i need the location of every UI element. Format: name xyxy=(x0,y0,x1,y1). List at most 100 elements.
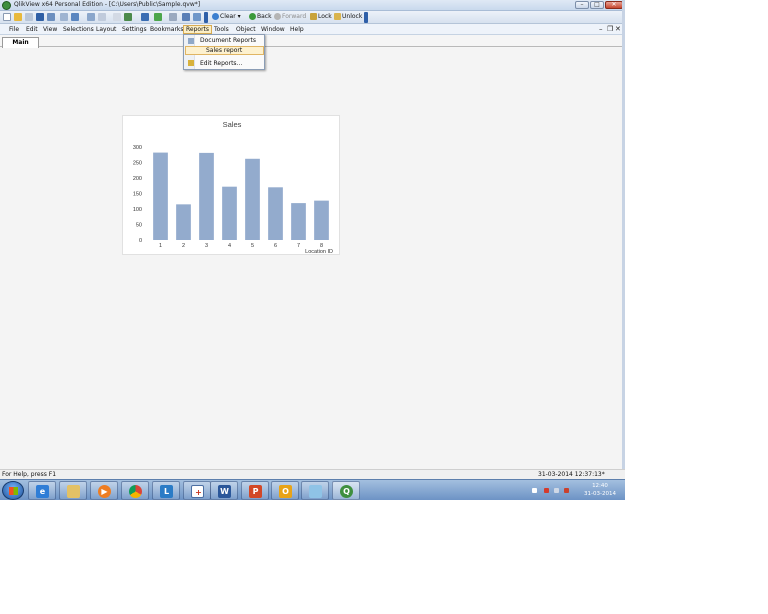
clear-button[interactable]: Clear ▾ xyxy=(212,12,241,22)
powerpoint-icon: P xyxy=(249,485,262,498)
redo-icon[interactable] xyxy=(98,13,106,21)
taskbar-powerpoint[interactable]: P xyxy=(241,481,269,500)
menu-object[interactable]: Object xyxy=(234,25,258,34)
export-icon[interactable] xyxy=(124,13,132,21)
taskbar-notepad[interactable] xyxy=(301,481,329,500)
window-border xyxy=(622,0,625,479)
start-button[interactable] xyxy=(2,481,24,500)
toolbar-grip-end[interactable] xyxy=(364,12,368,23)
qlikview-app-icon[interactable] xyxy=(2,1,11,10)
star-icon[interactable] xyxy=(154,13,162,21)
back-label: Back xyxy=(257,13,272,20)
title-bar: QlikView x64 Personal Edition - [C:\User… xyxy=(0,0,625,11)
mdi-minimize-icon[interactable]: – xyxy=(599,25,603,34)
lync-icon: L xyxy=(160,485,173,498)
save-icon[interactable] xyxy=(36,13,44,21)
chart-wizard-icon[interactable] xyxy=(141,13,149,21)
document-reports-label: Document Reports xyxy=(200,37,257,44)
forward-label: Forward xyxy=(282,13,307,20)
mdi-close-icon[interactable]: ✕ xyxy=(615,25,621,34)
search-icon[interactable] xyxy=(113,13,121,21)
menu-reports[interactable]: Reports xyxy=(183,25,213,34)
desktop-screen: QlikView x64 Personal Edition - [C:\User… xyxy=(0,0,625,500)
undo-reload-icon[interactable] xyxy=(25,13,33,21)
y-tick-label: 150 xyxy=(133,192,142,198)
status-bar: For Help, press F1 31-03-2014 12:37:13* xyxy=(0,469,625,479)
status-help-text: For Help, press F1 xyxy=(2,471,57,478)
outlook-icon: O xyxy=(279,485,292,498)
new-document-icon[interactable] xyxy=(3,13,11,21)
taskbar-qlikview[interactable]: Q xyxy=(332,481,360,500)
media-player-icon: ▶ xyxy=(98,485,111,498)
show-hidden-icons-icon[interactable] xyxy=(532,488,537,493)
menu-selections[interactable]: Selections xyxy=(61,25,96,34)
forward-button[interactable]: Forward xyxy=(274,12,306,22)
y-tick-label: 50 xyxy=(136,223,142,229)
chevron-down-icon: ▾ xyxy=(235,13,241,20)
system-tray: 12:40 31-03-2014 xyxy=(530,481,622,500)
snipping-tool-icon: + xyxy=(191,485,204,498)
x-tick-label: 7 xyxy=(297,243,300,249)
lock-button[interactable]: Lock xyxy=(310,12,332,22)
taskbar-internet-explorer[interactable]: e xyxy=(28,481,56,500)
menu-help[interactable]: Help xyxy=(288,25,306,34)
volume-icon[interactable] xyxy=(564,488,569,493)
menu-window[interactable]: Window xyxy=(259,25,287,34)
toolbar-grip[interactable] xyxy=(204,12,208,23)
chart-svg: Sales0501001502002503001 2 3 4 5 6 7 8Location … xyxy=(133,120,333,255)
menu-settings[interactable]: Settings xyxy=(120,25,149,34)
menu-layout[interactable]: Layout xyxy=(94,25,118,34)
bar-location-5 xyxy=(245,158,260,240)
minimize-button[interactable]: – xyxy=(575,1,589,9)
menu-item-edit-reports[interactable]: Edit Reports... xyxy=(185,59,264,68)
maximize-button[interactable]: □ xyxy=(590,1,604,9)
unlock-label: Unlock xyxy=(342,13,363,20)
taskbar-media-player[interactable]: ▶ xyxy=(90,481,118,500)
taskbar-chrome[interactable] xyxy=(121,481,149,500)
taskbar-lync[interactable]: L xyxy=(152,481,180,500)
open-folder-icon[interactable] xyxy=(14,13,22,21)
properties-icon[interactable] xyxy=(169,13,177,21)
menu-item-sales-report[interactable]: Sales report xyxy=(185,46,264,55)
edit-script-icon[interactable] xyxy=(60,13,68,21)
sales-chart[interactable]: Sales 0 50 100 150 200 250 300 1 2 3 4 5 6 7 8 Location … xyxy=(122,115,340,255)
chart-title: Sales xyxy=(223,120,242,129)
menu-bookmarks[interactable]: Bookmarks xyxy=(148,25,186,34)
bar-location-2 xyxy=(176,204,191,240)
unlock-button[interactable]: Unlock xyxy=(334,12,362,22)
undo-icon[interactable] xyxy=(87,13,95,21)
windows-logo-icon xyxy=(9,487,18,495)
print-icon[interactable] xyxy=(47,13,55,21)
forward-arrow-icon xyxy=(274,13,281,20)
reload-icon[interactable] xyxy=(71,13,79,21)
whats-this-icon[interactable] xyxy=(193,13,201,21)
mdi-restore-icon[interactable]: ❐ xyxy=(607,25,613,34)
menu-bar: File Edit View Selections Layout Setting… xyxy=(0,24,625,35)
x-tick-label: 6 xyxy=(274,243,277,249)
taskbar-snipping-tool[interactable]: + xyxy=(183,481,211,500)
menu-tools[interactable]: Tools xyxy=(212,25,231,34)
taskbar-word[interactable]: W xyxy=(210,481,238,500)
unlock-icon xyxy=(334,13,341,20)
action-center-icon[interactable] xyxy=(554,488,559,493)
network-warning-icon[interactable] xyxy=(544,488,549,493)
close-button[interactable]: ✕ xyxy=(605,1,623,9)
tab-main[interactable]: Main xyxy=(2,37,39,48)
reports-dropdown-menu: Document Reports Sales report Edit Repor… xyxy=(183,34,265,70)
chrome-icon xyxy=(129,485,142,498)
back-button[interactable]: Back xyxy=(249,12,272,22)
x-tick-label: 2 xyxy=(182,243,185,249)
menu-file[interactable]: File xyxy=(7,25,21,34)
help-icon[interactable] xyxy=(182,13,190,21)
clock-date[interactable]: 31-03-2014 xyxy=(582,490,618,498)
menu-item-document-reports[interactable]: Document Reports xyxy=(185,36,264,45)
bar-location-6 xyxy=(268,187,283,240)
clock-time[interactable]: 12:40 xyxy=(582,482,618,490)
bar-location-8 xyxy=(314,200,329,240)
menu-view[interactable]: View xyxy=(41,25,59,34)
taskbar-file-explorer[interactable] xyxy=(59,481,87,500)
menu-edit[interactable]: Edit xyxy=(24,25,40,34)
windows-taskbar: e ▶ L + W P O Q 12:40 31-03-2014 xyxy=(0,479,625,500)
y-tick-label: 200 xyxy=(133,176,142,182)
taskbar-outlook[interactable]: O xyxy=(271,481,299,500)
